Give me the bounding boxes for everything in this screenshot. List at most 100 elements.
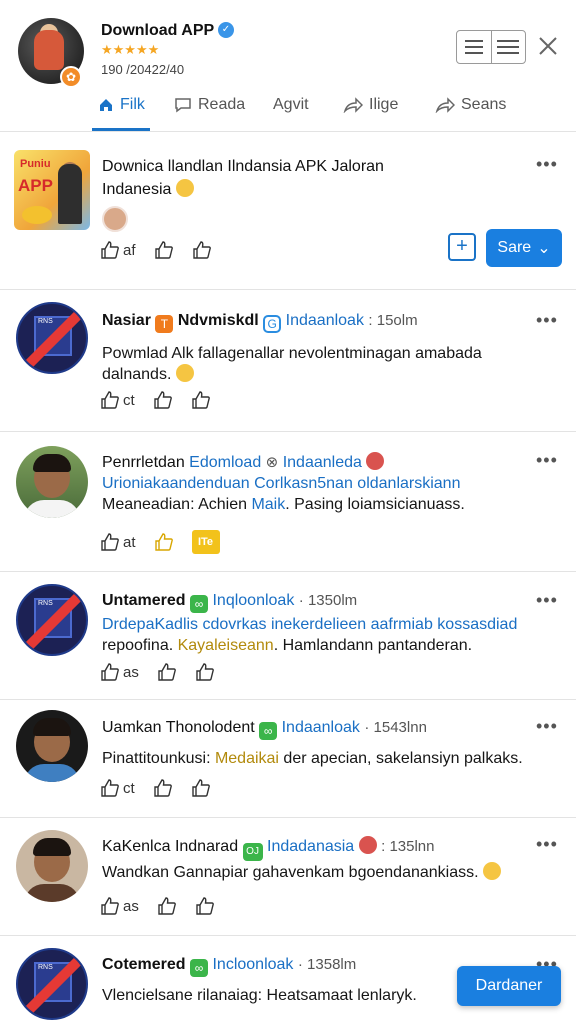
post-body: Powmlad Alk fallagenallar nevolentminaga… <box>102 345 482 383</box>
tab-label: Agvit <box>273 96 309 113</box>
post-actions: as <box>100 662 215 682</box>
chevron-down-icon: ⌄ <box>537 240 551 257</box>
like-button[interactable]: ct <box>100 390 135 410</box>
thumbs-up-icon <box>153 391 172 409</box>
post-header[interactable]: KaKenlca Indnarad OJ Indadanasia : 135ln… <box>102 836 435 861</box>
app-header: ✿ Download APP ✓ ★★★★★ 190 /20422/40 Fil… <box>0 0 576 132</box>
avatar[interactable] <box>16 446 88 518</box>
avatar-figure-body <box>34 30 64 70</box>
share-button[interactable]: Sare ⌄ <box>486 229 562 267</box>
post-actions: as <box>100 896 215 916</box>
source-icon: G <box>263 315 282 333</box>
add-button[interactable]: + <box>448 233 476 261</box>
view-toggle[interactable] <box>456 30 526 64</box>
close-circle-icon: ⊗ <box>265 454 279 471</box>
react-button[interactable] <box>192 240 212 260</box>
tab-agvit[interactable]: Agvit <box>273 96 309 114</box>
post-header[interactable]: Cotemered ∞ Incloonloak · 1358lm <box>102 956 356 977</box>
avatar[interactable] <box>16 830 88 902</box>
tab-ilige[interactable]: Ilige <box>343 96 398 114</box>
thumbs-up-icon <box>101 533 119 551</box>
author-avatar[interactable] <box>102 206 128 232</box>
thumbs-up-icon <box>192 241 211 259</box>
thumbs-up-icon <box>191 779 210 797</box>
react-button[interactable] <box>191 778 211 798</box>
active-tab-indicator <box>92 128 150 131</box>
upvote-button[interactable] <box>154 240 174 260</box>
emoji-icon <box>483 862 502 880</box>
tab-filk[interactable]: Filk <box>98 96 145 114</box>
post-header[interactable]: Uamkan Thonolodent ∞ Indaanloak · 1543ln… <box>102 719 427 740</box>
react-button[interactable] <box>195 896 215 916</box>
more-options-icon[interactable]: ••• <box>536 834 558 855</box>
thumbs-up-icon <box>101 779 119 797</box>
thumbs-up-icon <box>101 663 119 681</box>
post-body: Pinattitounkusi: Medaikai der apecian, s… <box>102 750 523 767</box>
react-button[interactable] <box>195 662 215 682</box>
upvote-button[interactable] <box>157 662 177 682</box>
emoji-icon <box>175 179 194 197</box>
tab-label: Seans <box>461 96 507 113</box>
menu-list-icon[interactable] <box>490 31 526 63</box>
featured-actions: af <box>100 240 212 260</box>
upvote-button[interactable] <box>154 532 174 552</box>
post-header[interactable]: Nasiar T Ndvmiskdl G Indaanloak : 15olm <box>102 312 418 333</box>
thumbs-up-icon <box>158 897 176 915</box>
avatar[interactable] <box>16 710 88 782</box>
badge-button[interactable]: ITe <box>191 530 220 554</box>
thumbs-up-icon <box>154 533 173 551</box>
brand-icon: T <box>155 315 174 333</box>
avatar[interactable]: RNS <box>16 584 88 656</box>
avatar[interactable]: RNS <box>16 948 88 1020</box>
react-button[interactable] <box>191 390 211 410</box>
post-actions: ct <box>100 778 211 798</box>
upvote-button[interactable] <box>153 778 173 798</box>
more-options-icon[interactable]: ••• <box>536 590 558 611</box>
app-title: Download APP <box>101 22 215 39</box>
comment-icon <box>175 98 191 113</box>
download-button[interactable]: Dardaner <box>457 966 561 1006</box>
post-actions: ct <box>100 390 211 410</box>
tab-label: Reada <box>198 96 246 113</box>
thumbs-up-icon <box>158 663 176 681</box>
verified-icon: ✓ <box>218 22 234 38</box>
featured-title[interactable]: Downica llandlan Ilndansia APK Jaloran I… <box>102 155 384 201</box>
filter-list-icon[interactable] <box>457 31 491 63</box>
thumbs-up-icon <box>196 897 214 915</box>
close-icon[interactable] <box>536 34 560 58</box>
tab-label: Filk <box>120 96 145 113</box>
more-options-icon[interactable]: ••• <box>536 716 558 737</box>
post-body: Wandkan Gannapiar gahavenkam bgoendanank… <box>102 862 542 883</box>
share-icon <box>435 97 455 113</box>
upvote-button[interactable] <box>153 390 173 410</box>
app-badge-icon: ✿ <box>60 66 82 88</box>
post-header[interactable]: Untamered ∞ Inqloonloak · 1350lm <box>102 592 357 613</box>
thumb-person-body <box>58 164 82 224</box>
like-button[interactable]: af <box>100 240 136 260</box>
rating-stars: ★★★★★ <box>101 42 160 57</box>
source-icon: ∞ <box>259 722 278 740</box>
post-body: DrdepaKadlis cdovrkas inekerdelieen aafr… <box>102 616 518 654</box>
fire-icon <box>366 452 385 470</box>
more-options-icon[interactable]: ••• <box>536 450 558 471</box>
post-actions: at ITe <box>100 530 220 554</box>
tab-reada[interactable]: Reada <box>174 96 245 114</box>
like-button[interactable]: as <box>100 896 139 916</box>
more-options-icon[interactable]: ••• <box>536 310 558 331</box>
thumbs-up-icon <box>101 241 119 259</box>
thumbs-up-icon <box>196 663 214 681</box>
like-button[interactable]: as <box>100 662 139 682</box>
tab-seans[interactable]: Seans <box>435 96 506 114</box>
post-header[interactable]: Penrrletdan Edomload ⊗ Indaanleda <box>102 452 385 472</box>
like-button[interactable]: ct <box>100 778 135 798</box>
thumbs-up-icon <box>153 779 172 797</box>
featured-thumbnail[interactable]: Puniu APP <box>14 150 90 230</box>
thumbs-up-icon <box>191 391 210 409</box>
avatar[interactable]: RNS <box>16 302 88 374</box>
upvote-button[interactable] <box>157 896 177 916</box>
like-button[interactable]: at <box>100 532 136 552</box>
emoji-icon <box>175 364 194 382</box>
source-icon: OJ <box>242 843 263 861</box>
source-icon: ∞ <box>190 959 209 977</box>
more-options-icon[interactable]: ••• <box>536 154 558 175</box>
